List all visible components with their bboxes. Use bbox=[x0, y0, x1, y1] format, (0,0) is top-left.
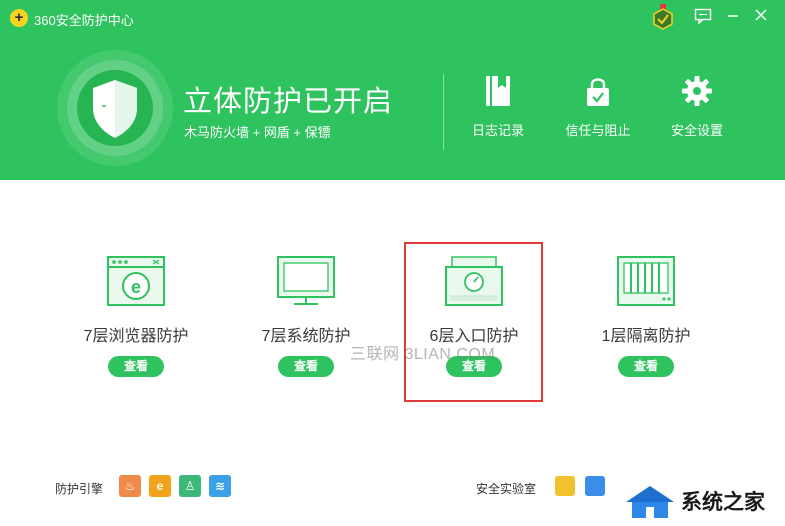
protection-engine-label: 防护引擎 bbox=[55, 482, 104, 496]
svg-text:e: e bbox=[131, 277, 141, 297]
minimize-button[interactable] bbox=[722, 8, 744, 28]
lab-tool-icon-2[interactable] bbox=[585, 476, 605, 496]
system-view-button[interactable]: 查看 bbox=[278, 356, 334, 377]
title-bar: + 360安全防护中心 bbox=[0, 0, 785, 36]
isolation-icon bbox=[617, 256, 675, 306]
engine-user-icon[interactable]: ♙ bbox=[179, 475, 201, 497]
protection-status-subtitle: 木马防火墙 + 网盾 + 保镖 bbox=[184, 125, 331, 140]
gear-icon bbox=[682, 76, 712, 106]
feedback-icon[interactable] bbox=[692, 8, 714, 28]
security-settings-button[interactable]: 安全设置 bbox=[651, 74, 743, 148]
browser-icon: e bbox=[107, 256, 165, 306]
watermark-text: 三联网 3LIAN.COM bbox=[350, 346, 496, 363]
close-button[interactable] bbox=[750, 8, 772, 28]
trust-block-label: 信任与阻止 bbox=[565, 123, 631, 138]
shield-icon bbox=[57, 50, 173, 166]
log-record-button[interactable]: 日志记录 bbox=[452, 74, 544, 148]
trust-block-button[interactable]: 信任与阻止 bbox=[552, 74, 644, 148]
browser-protection-label: 7层浏览器防护 bbox=[83, 328, 189, 345]
house-logo-icon bbox=[626, 486, 674, 518]
security-lab-label: 安全实验室 bbox=[476, 482, 537, 496]
security-settings-label: 安全设置 bbox=[670, 123, 723, 138]
site-logo: 系统之家 bbox=[616, 480, 785, 526]
app-logo-icon: + bbox=[10, 9, 28, 27]
browser-protection-card[interactable]: e 7层浏览器防护 查看 bbox=[61, 255, 211, 385]
log-book-icon bbox=[486, 76, 510, 106]
red-highlight-box bbox=[404, 242, 543, 402]
window-title: 360安全防护中心 bbox=[34, 13, 134, 28]
lab-tool-icon-1[interactable] bbox=[555, 476, 575, 496]
header-banner: + 360安全防护中心 立体防护已开启 木马防火墙 + 网盾 + 保镖 日志记录… bbox=[0, 0, 785, 180]
log-record-label: 日志记录 bbox=[471, 123, 524, 138]
engine-network-icon[interactable]: ≋ bbox=[209, 475, 231, 497]
header-divider bbox=[443, 74, 444, 150]
app-window: + 360安全防护中心 立体防护已开启 木马防火墙 + 网盾 + 保镖 日志记录… bbox=[0, 0, 785, 526]
engine-browser-icon[interactable]: e bbox=[149, 475, 171, 497]
system-protection-card[interactable]: 7层系统防护 查看 bbox=[231, 255, 381, 385]
isolation-protection-label: 1层隔离防护 bbox=[601, 328, 691, 345]
isolation-protection-card[interactable]: 1层隔离防护 查看 bbox=[571, 255, 721, 385]
engine-flame-icon[interactable]: ♨ bbox=[119, 475, 141, 497]
lock-icon bbox=[587, 78, 609, 106]
protection-status-title: 立体防护已开启 bbox=[183, 86, 394, 118]
medal-badge-icon[interactable] bbox=[652, 4, 674, 30]
monitor-icon bbox=[277, 256, 335, 305]
browser-view-button[interactable]: 查看 bbox=[108, 356, 164, 377]
site-brand-text: 系统之家 bbox=[681, 491, 765, 514]
isolation-view-button[interactable]: 查看 bbox=[618, 356, 674, 377]
